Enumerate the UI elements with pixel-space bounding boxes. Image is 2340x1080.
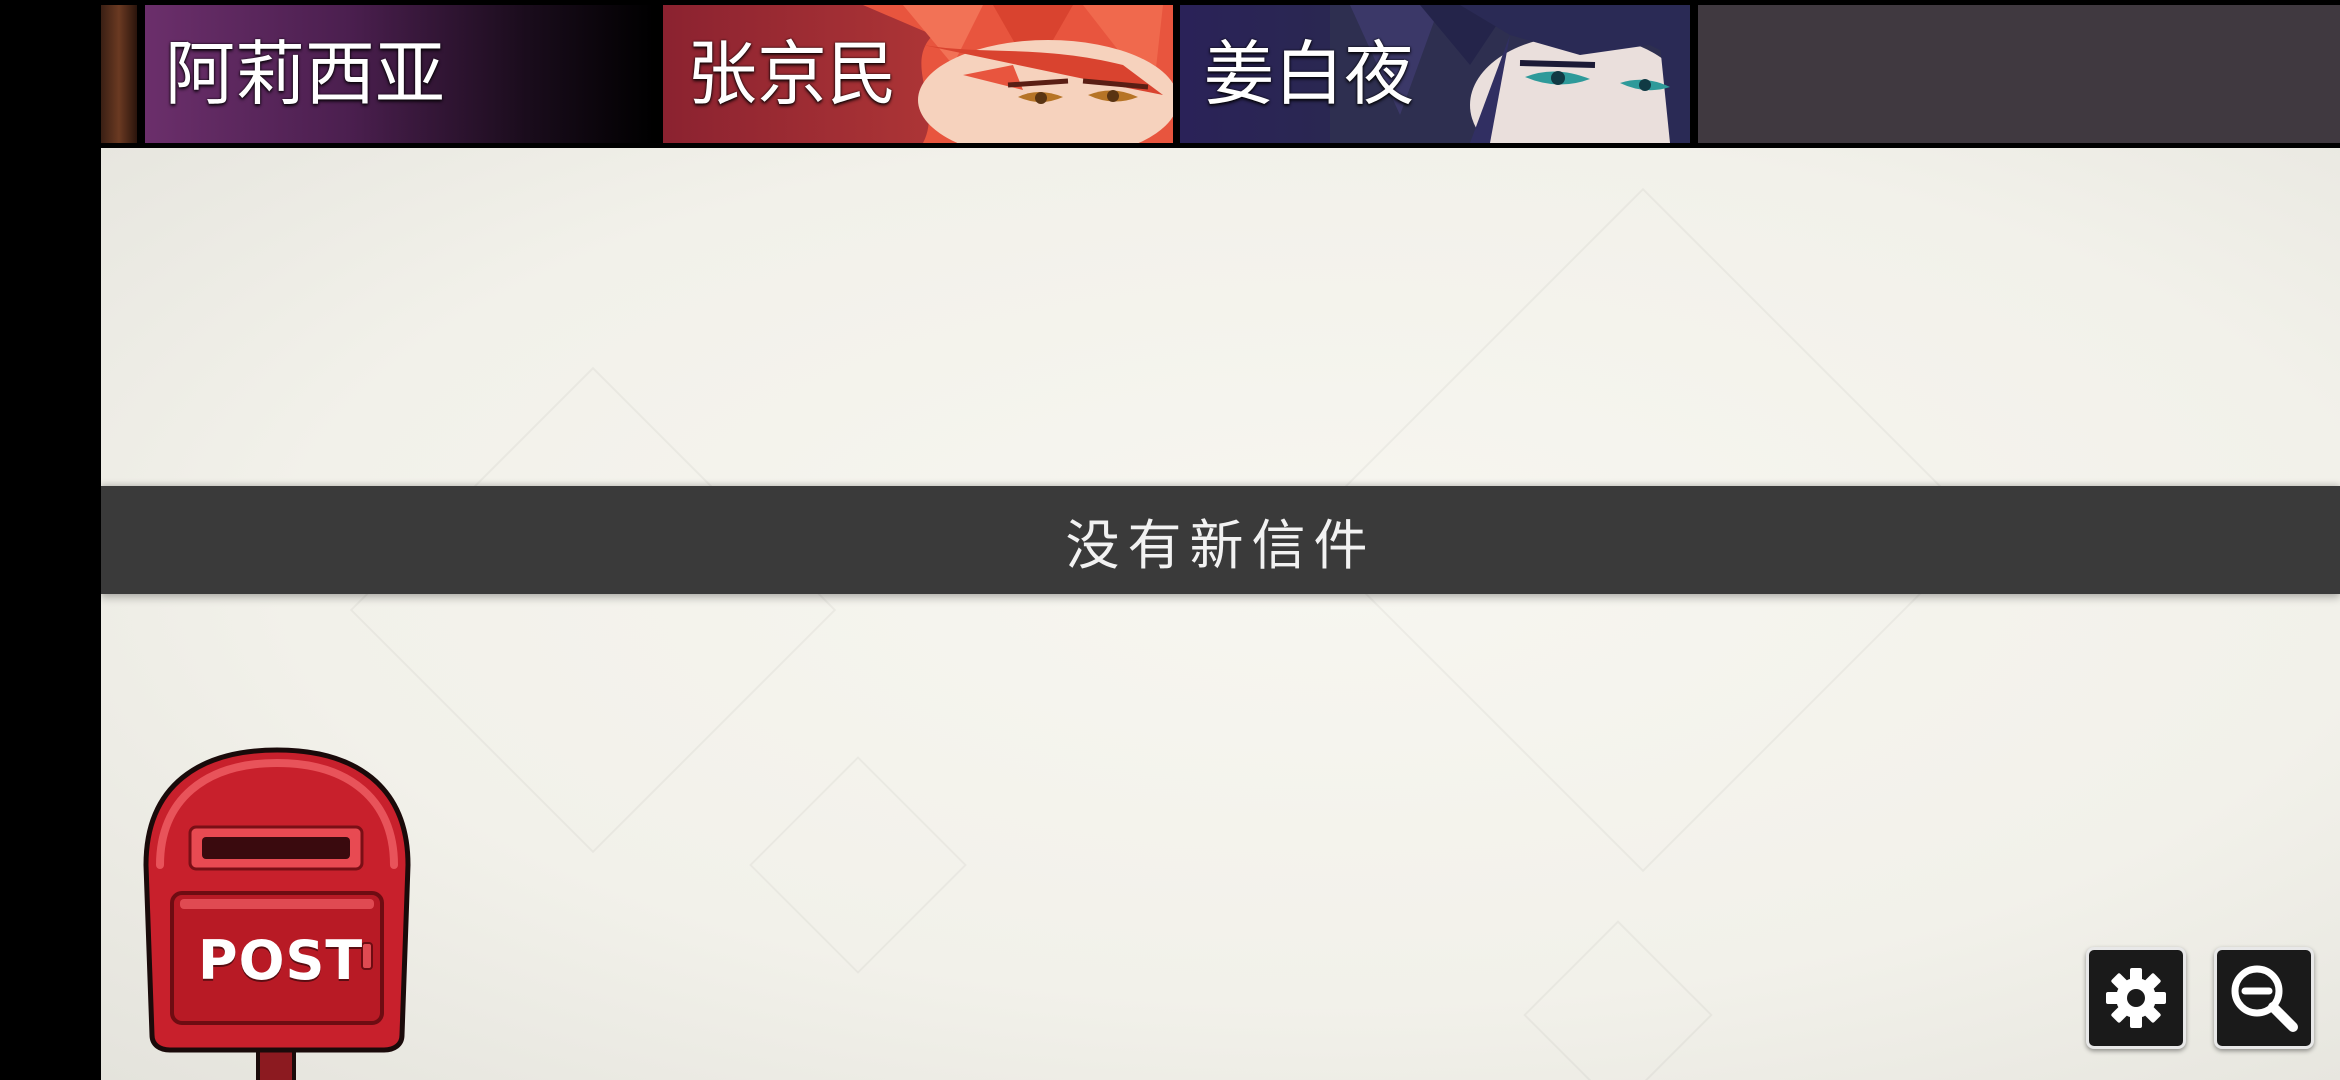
tab-partial-left[interactable]	[101, 5, 137, 143]
tab-label: 阿莉西亚	[165, 33, 445, 115]
mailbox-icon	[143, 747, 411, 1080]
game-screen: 阿莉西亚 张京民 姜白夜 没有新信件 POST	[0, 0, 2340, 1080]
mailbox-content: 没有新信件	[101, 148, 2340, 1080]
post-label: POST	[198, 929, 364, 992]
post-button[interactable]: POST	[140, 745, 415, 1080]
gear-icon	[2106, 968, 2166, 1028]
background-decoration	[749, 756, 967, 974]
empty-message: 没有新信件	[1065, 513, 1376, 577]
tab-empty-slot	[1698, 5, 2340, 143]
tab-character-alicia[interactable]: 阿莉西亚	[145, 5, 654, 143]
tab-label: 姜白夜	[1204, 33, 1414, 115]
zoom-out-button[interactable]	[2214, 947, 2314, 1049]
zoom-out-icon	[2231, 965, 2298, 1032]
no-new-mail-banner: 没有新信件	[101, 486, 2340, 594]
settings-button[interactable]	[2086, 947, 2186, 1049]
character-portrait	[863, 5, 1173, 143]
tab-character-jiang-baiye[interactable]: 姜白夜	[1180, 5, 1690, 143]
left-letterbox	[0, 0, 101, 1080]
tab-character-zhang-jingmin[interactable]: 张京民	[663, 5, 1173, 143]
background-decoration	[1523, 920, 1713, 1080]
character-tabs: 阿莉西亚 张京民 姜白夜	[101, 0, 2340, 148]
background-decoration	[349, 366, 837, 854]
tab-label: 张京民	[687, 33, 897, 115]
